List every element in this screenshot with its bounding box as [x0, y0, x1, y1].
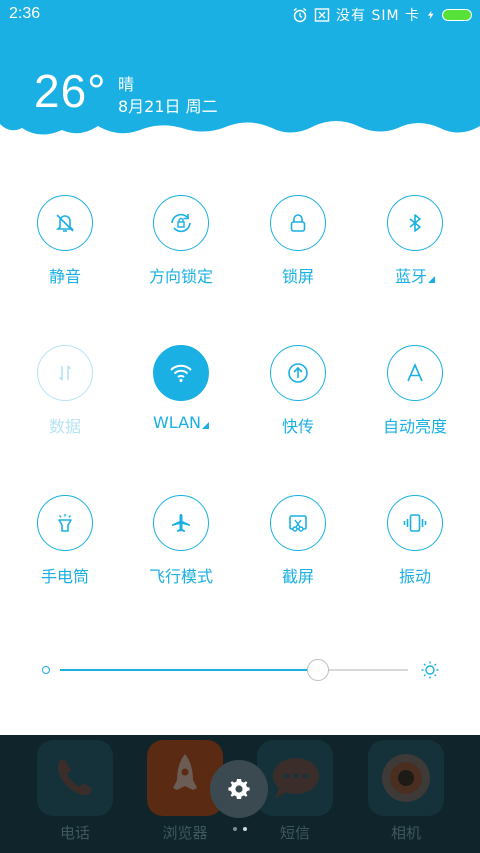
bluetooth-icon [387, 195, 443, 251]
dock-label: 电话 [59, 824, 90, 842]
dock-app-messages[interactable] [257, 740, 333, 816]
lock-icon [270, 195, 326, 251]
phone-icon [57, 760, 92, 796]
status-bar: 2:36 没有 SIM 卡 [0, 0, 480, 28]
toggle-mobile-data[interactable]: 数据 [5, 345, 125, 437]
dock-label: 相机 [390, 824, 421, 842]
dock-label: 短信 [279, 824, 310, 842]
toggle-bluetooth[interactable]: 蓝牙 [355, 195, 475, 287]
toggle-label: 蓝牙 [394, 267, 427, 286]
page-dot-active [243, 827, 247, 831]
toggle-airplane-mode[interactable]: 飞行模式 [121, 495, 241, 587]
notification-header: 2:36 没有 SIM 卡 26° 晴 8月21日 周二 [0, 0, 480, 140]
dock-app-camera[interactable] [368, 740, 444, 816]
sim-status-text: 没有 SIM 卡 [336, 8, 420, 24]
mobile-data-icon [37, 345, 93, 401]
gear-icon [228, 779, 250, 799]
brightness-track-fill [60, 669, 318, 671]
toggle-label: 静音 [48, 267, 81, 286]
toggle-label: 飞行模式 [148, 567, 213, 586]
page-dot [233, 827, 237, 831]
toggle-label-row: 蓝牙 [355, 263, 475, 287]
brightness-track[interactable] [60, 669, 408, 671]
silent-bell-icon [37, 195, 93, 251]
toggle-label-row: WLAN [121, 413, 241, 432]
toggle-vibrate[interactable]: 振动 [355, 495, 475, 587]
toggle-screenshot[interactable]: 截屏 [238, 495, 358, 587]
toggle-lock-screen[interactable]: 锁屏 [238, 195, 358, 287]
dock-label: 浏览器 [162, 824, 208, 842]
toggle-quick-transfer[interactable]: 快传 [238, 345, 358, 437]
toggle-label: 手电筒 [40, 567, 89, 586]
brightness-slider-knob[interactable] [306, 659, 329, 681]
page-indicator [233, 827, 247, 831]
screenshot-icon [270, 495, 326, 551]
toggle-silent[interactable]: 静音 [5, 195, 125, 287]
toggle-flashlight[interactable]: 手电筒 [5, 495, 125, 587]
brightness-slider[interactable] [38, 655, 442, 685]
toggle-label: 振动 [398, 567, 431, 586]
messages-icon [273, 758, 319, 798]
more-options-indicator [428, 276, 435, 283]
settings-button[interactable] [210, 760, 268, 818]
wifi-icon [153, 345, 209, 401]
cloud-edge [0, 121, 480, 140]
no-sim-icon [314, 8, 330, 22]
charging-icon [427, 10, 434, 20]
brightness-max-icon [421, 661, 439, 679]
toggle-rotation-lock[interactable]: 方向锁定 [121, 195, 241, 287]
toggle-label: 锁屏 [281, 267, 314, 286]
flashlight-icon [37, 495, 93, 551]
toggle-auto-brightness[interactable]: 自动亮度 [355, 345, 475, 437]
weather-condition: 晴 [118, 75, 135, 94]
vibrate-icon [387, 495, 443, 551]
camera-icon [382, 754, 430, 802]
toggle-label: 截屏 [281, 567, 314, 586]
rotation-lock-icon [153, 195, 209, 251]
auto-brightness-icon [387, 345, 443, 401]
quick-transfer-icon [270, 345, 326, 401]
toggle-label: 快传 [281, 417, 314, 436]
toggle-wlan[interactable]: WLAN [121, 345, 241, 432]
airplane-icon [153, 495, 209, 551]
alarm-icon [293, 7, 307, 23]
status-time: 2:36 [9, 5, 41, 22]
toggle-label: 数据 [48, 417, 81, 436]
status-icons: 没有 SIM 卡 [292, 5, 472, 25]
dock-app-phone[interactable] [37, 740, 113, 816]
toggle-label: 自动亮度 [382, 417, 447, 436]
toggle-label: 方向锁定 [148, 267, 213, 286]
battery-icon [442, 9, 472, 21]
brightness-min-icon [42, 666, 50, 674]
toggle-label: WLAN [152, 413, 201, 432]
more-options-indicator [202, 422, 209, 429]
